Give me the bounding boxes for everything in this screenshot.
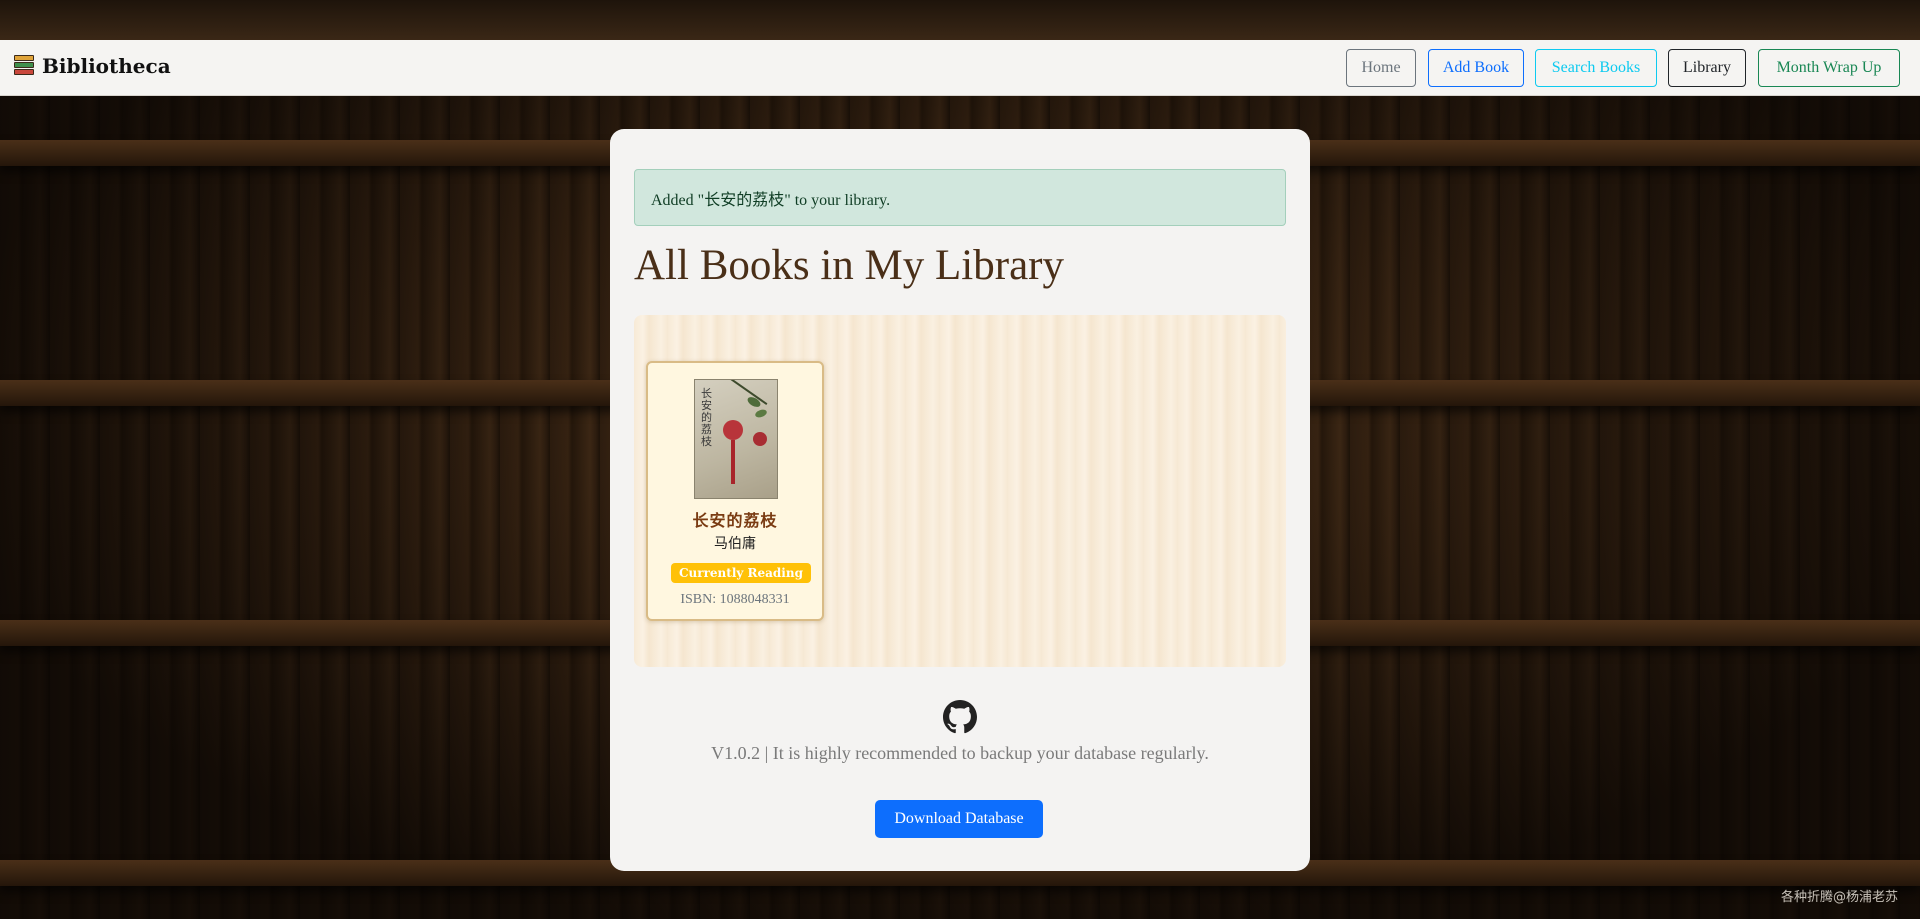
book-cover: 长安的荔枝 [694, 379, 778, 499]
book-shelf: 长安的荔枝 长安的荔枝 马伯庸 Currently Reading ISBN: … [634, 315, 1286, 667]
nav-home-button[interactable]: Home [1346, 49, 1416, 87]
status-badge: Currently Reading [671, 563, 811, 583]
book-author: 马伯庸 [714, 536, 756, 552]
brand[interactable]: Bibliotheca [14, 54, 171, 78]
nav-search-books-button[interactable]: Search Books [1535, 49, 1657, 87]
nav-library-button[interactable]: Library [1668, 49, 1746, 87]
nav-month-wrap-up-button[interactable]: Month Wrap Up [1758, 49, 1900, 87]
brand-name: Bibliotheca [42, 54, 171, 78]
cover-text: 长安的荔枝 [701, 387, 712, 448]
book-isbn: ISBN: 1088048331 [680, 592, 790, 607]
github-icon[interactable] [940, 697, 980, 737]
download-database-button[interactable]: Download Database [875, 800, 1043, 838]
nav-add-book-button[interactable]: Add Book [1428, 49, 1524, 87]
page-title: All Books in My Library [634, 242, 1064, 289]
book-card[interactable]: 长安的荔枝 长安的荔枝 马伯庸 Currently Reading ISBN: … [646, 361, 824, 621]
books-icon [14, 55, 34, 77]
book-title: 长安的荔枝 [692, 511, 778, 530]
footer-version-note: V1.0.2 | It is highly recommended to bac… [711, 743, 1209, 763]
library-card: Added "长安的荔枝" to your library. All Books… [610, 129, 1310, 871]
background-top-band [0, 0, 1920, 40]
watermark: 各种折腾@杨浦老苏 [1780, 890, 1898, 905]
success-alert: Added "长安的荔枝" to your library. [634, 169, 1286, 226]
navbar: Bibliotheca Home Add Book Search Books L… [0, 40, 1920, 96]
